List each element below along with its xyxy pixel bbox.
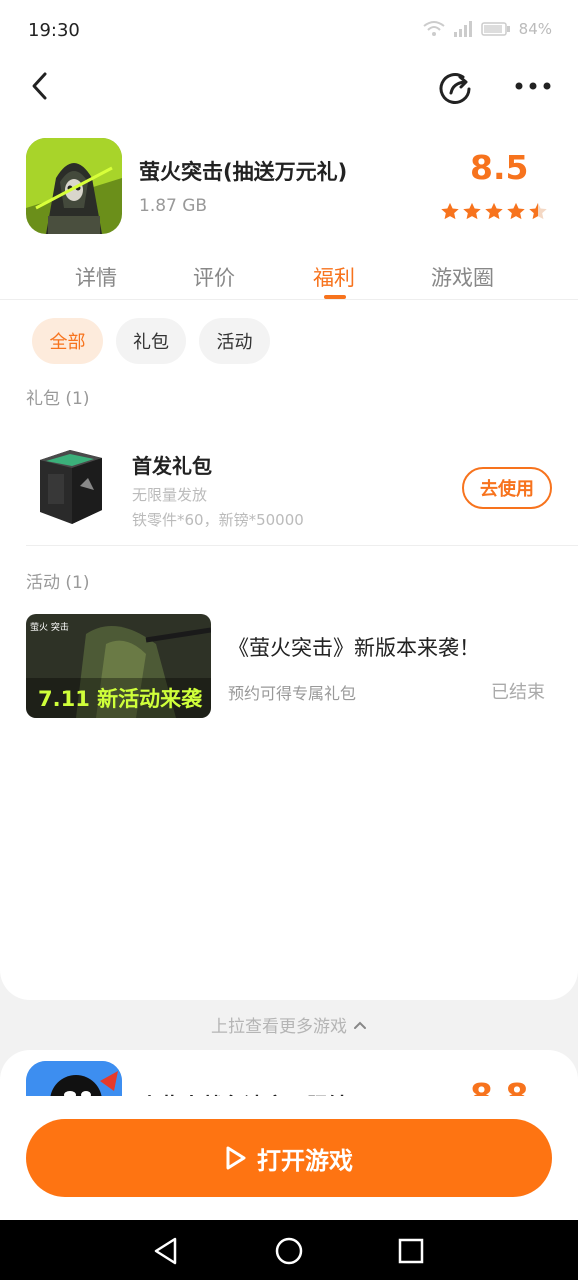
share-icon	[439, 73, 471, 104]
system-home-button[interactable]	[272, 1234, 306, 1268]
system-back-button[interactable]	[149, 1234, 183, 1268]
rating-stars	[440, 201, 548, 225]
status-bar: 19:30 84%	[0, 0, 578, 64]
system-nav-bar	[0, 1220, 578, 1280]
battery-level: 84%	[518, 20, 552, 38]
open-game-button[interactable]: 打开游戏	[26, 1119, 552, 1197]
star-icon	[462, 201, 482, 225]
rating-score: 8.5	[470, 148, 529, 187]
gift-title: 首发礼包	[132, 454, 212, 478]
tab-bar: 详情 评价 福利 游戏圈	[0, 254, 578, 300]
gift-section-label: 礼包 (1)	[26, 389, 90, 409]
signal-icon	[453, 20, 473, 38]
gift-box-image	[30, 446, 110, 528]
app-size: 1.87 GB	[139, 196, 208, 216]
status-icons: 84%	[423, 20, 552, 38]
tab-game-circle[interactable]: 游戏圈	[431, 262, 494, 292]
tab-reviews[interactable]: 评价	[193, 262, 235, 292]
event-title[interactable]: 《萤火突击》新版本来袭！	[228, 632, 480, 662]
app-icon	[26, 138, 122, 234]
more-button[interactable]	[510, 66, 556, 106]
event-section-label: 活动 (1)	[26, 573, 90, 593]
divider	[26, 545, 578, 546]
bottom-action-bar: 打开游戏	[0, 1096, 578, 1220]
event-subtitle: 预约可得专属礼包	[228, 684, 357, 703]
event-banner-image[interactable]: 萤火 突击 7.11 新活动来袭	[26, 614, 211, 718]
chevron-up-icon	[354, 1021, 366, 1029]
status-time: 19:30	[28, 20, 80, 41]
event-status: 已结束	[491, 682, 545, 703]
use-gift-button[interactable]: 去使用	[462, 467, 552, 509]
filter-all[interactable]: 全部	[32, 318, 103, 364]
square-recents-icon	[398, 1238, 424, 1264]
open-game-label: 打开游戏	[257, 1146, 353, 1175]
more-icon	[515, 82, 551, 90]
gift-quantity: 无限量发放	[132, 486, 208, 504]
system-recents-button[interactable]	[394, 1234, 428, 1268]
play-icon	[226, 1146, 246, 1170]
app-name: 萤火突击(抽送万元礼)	[139, 160, 348, 184]
gift-content: 铁零件*60，新镑*50000	[132, 511, 304, 529]
tab-details[interactable]: 详情	[75, 262, 117, 292]
pull-up-hint[interactable]: 上拉查看更多游戏	[0, 1012, 578, 1037]
back-button[interactable]	[20, 66, 60, 106]
circle-home-icon	[275, 1237, 303, 1265]
triangle-back-icon	[154, 1237, 177, 1265]
star-icon	[506, 201, 526, 225]
wifi-icon	[423, 20, 445, 38]
event-banner-text: 7.11 新活动来袭	[38, 687, 203, 711]
share-button[interactable]	[436, 66, 476, 110]
chevron-left-icon	[32, 72, 47, 100]
pull-up-text: 上拉查看更多游戏	[211, 1017, 347, 1037]
event-banner-logo: 萤火 突击	[30, 621, 69, 633]
game-detail-card: 19:30 84% 萤火突击(抽送万元礼) 1.87 GB 8.5 详情 评价 …	[0, 0, 578, 1000]
filter-gift[interactable]: 礼包	[116, 318, 186, 364]
star-icon	[440, 201, 460, 225]
tab-indicator	[324, 295, 346, 299]
battery-icon	[480, 21, 511, 37]
star-icon	[528, 201, 548, 225]
tab-welfare[interactable]: 福利	[313, 262, 355, 292]
star-icon	[484, 201, 504, 225]
filter-event[interactable]: 活动	[199, 318, 270, 364]
